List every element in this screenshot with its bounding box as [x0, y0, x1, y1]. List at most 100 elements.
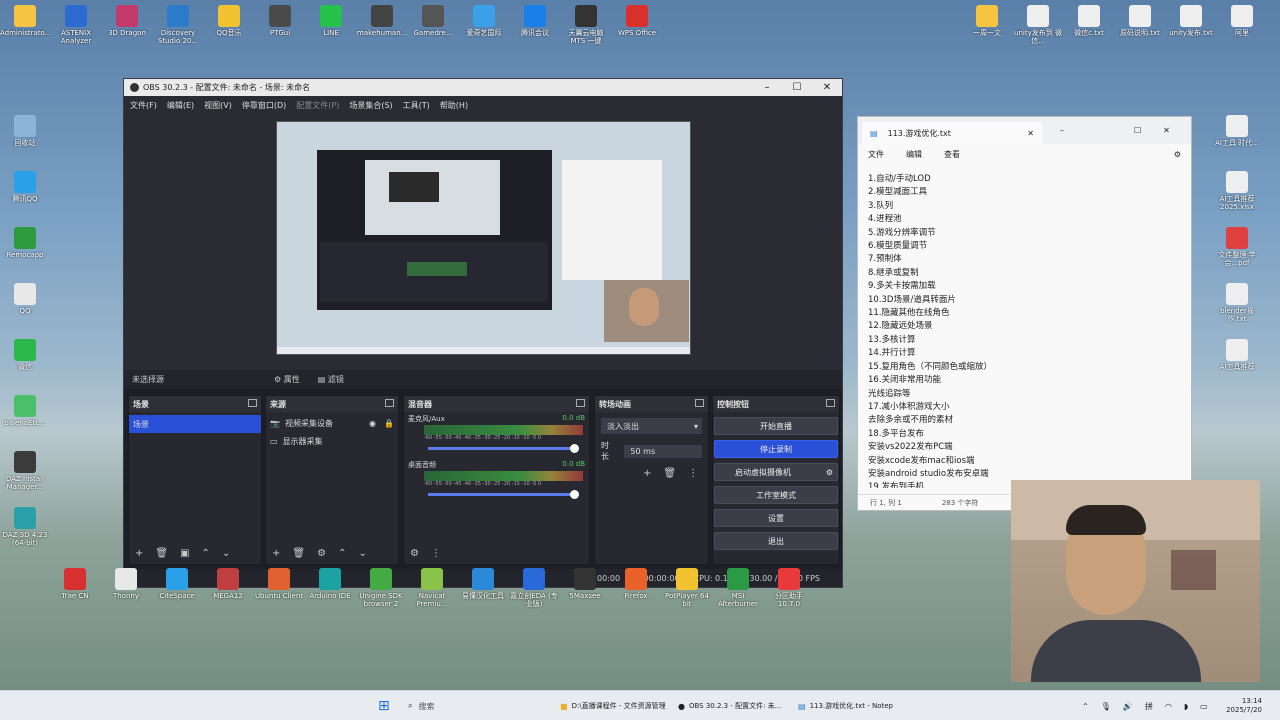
transition-select[interactable]: 淡入淡出 ▾ — [601, 418, 702, 434]
desktop-icon[interactable]: 腾讯QQ — [0, 171, 50, 212]
chevron-down-icon[interactable]: ⌄ — [222, 548, 230, 559]
menu-file[interactable]: 文件 — [868, 149, 884, 160]
add-icon[interactable]: + — [643, 468, 651, 479]
desktop-icon[interactable]: 腾讯会议 — [510, 5, 560, 46]
exit-button[interactable]: 退出 — [714, 532, 838, 550]
slider-knob[interactable] — [570, 490, 579, 499]
desktop-icon[interactable]: makehuman... — [357, 5, 407, 46]
speaker-icon[interactable]: 🔊 — [1123, 702, 1133, 711]
gear-icon[interactable]: ⚙ — [317, 548, 326, 559]
taskbar-item-obs[interactable]: ● OBS 30.2.3 - 配置文件: 未... — [678, 691, 790, 720]
volume-icon[interactable]: ◗ — [1184, 702, 1188, 711]
desktop-icon[interactable]: 回收站 — [0, 115, 50, 156]
menu-edit[interactable]: 编辑 — [906, 149, 922, 160]
desktop-icon[interactable]: Unigine SDK browser 2 — [356, 568, 406, 609]
network-icon[interactable]: ◠ — [1165, 702, 1172, 711]
desktop-icon[interactable]: 文件整理 学会...pdf — [1212, 227, 1262, 268]
taskbar-item-notepad[interactable]: ▤ 113.游戏优化.txt - Notep — [798, 691, 910, 720]
chevron-down-icon[interactable]: ⌄ — [358, 548, 366, 559]
minimize-icon[interactable]: – — [1060, 126, 1064, 135]
desktop-icon[interactable]: WPS Office — [612, 5, 662, 46]
settings-button[interactable]: 设置 — [714, 509, 838, 527]
battery-icon[interactable]: ▭ — [1200, 702, 1208, 711]
chevron-up-icon[interactable]: ⌃ — [338, 548, 346, 559]
desktop-icon[interactable]: unity发布.txt — [1166, 5, 1216, 46]
desktop-icon[interactable]: Navicat Premiu... — [407, 568, 457, 609]
desktop-icon[interactable]: Arduino IDE — [305, 568, 355, 609]
source-item-display-capture[interactable]: ▭ 显示器采集 — [266, 432, 398, 450]
desktop-icon[interactable]: 原码说明.txt — [1115, 5, 1165, 46]
desktop-icon[interactable]: MEGA12 — [203, 568, 253, 609]
desktop-icon[interactable]: AI工具推荐 2025.xlsx — [1212, 171, 1262, 212]
desktop-icon[interactable]: Discovery Studio 20... — [153, 5, 203, 46]
start-virtual-camera-button[interactable]: 启动虚拟摄像机 ⚙ — [714, 463, 838, 481]
stop-recording-button[interactable]: 停止录制 — [714, 440, 838, 458]
input-language[interactable]: 拼 — [1145, 701, 1153, 712]
desktop-icon[interactable]: 3D Dragon — [102, 5, 152, 46]
menu-edit[interactable]: 编辑(E) — [167, 100, 194, 111]
search-box[interactable]: ⌕ 搜索 — [408, 691, 434, 720]
desktop-icon[interactable]: ASTENIX Analyzer — [51, 5, 101, 46]
popout-icon[interactable] — [385, 399, 394, 407]
desktop-icon[interactable]: Ubuntu Client — [254, 568, 304, 609]
desktop-icon[interactable]: Remocapp — [0, 227, 50, 268]
start-button[interactable]: ⊞ — [378, 691, 390, 720]
desktop-icon[interactable]: 微信c.txt — [1064, 5, 1114, 46]
chevron-up-icon[interactable]: ⌃ — [1082, 702, 1089, 711]
desktop-icon[interactable]: QQ — [0, 283, 50, 324]
chevron-up-icon[interactable]: ⌃ — [202, 548, 210, 559]
trash-icon[interactable]: 🗑 — [155, 548, 168, 559]
menu-help[interactable]: 帮助(H) — [440, 100, 468, 111]
start-streaming-button[interactable]: 开始直播 — [714, 417, 838, 435]
desktop-icon[interactable]: MSI Afterburner — [713, 568, 763, 609]
more-icon[interactable]: ⋮ — [431, 548, 441, 559]
desktop-icon[interactable]: LINE — [306, 5, 356, 46]
properties-button[interactable]: ⚙ 属性 — [274, 374, 300, 385]
add-icon[interactable]: + — [272, 548, 280, 559]
desktop-icon[interactable]: CiteSpace — [152, 568, 202, 609]
desktop-icon[interactable]: DAZ Install Manager... — [0, 451, 50, 492]
duration-input[interactable]: 50 ms — [624, 444, 702, 458]
popout-icon[interactable] — [576, 399, 585, 407]
menu-file[interactable]: 文件(F) — [130, 100, 157, 111]
menu-view[interactable]: 查看 — [944, 149, 960, 160]
desktop-icon[interactable]: PotPlayer 64 bit — [662, 568, 712, 609]
volume-slider[interactable] — [428, 444, 579, 453]
desktop-icon[interactable]: blender操作.txt — [1212, 283, 1262, 324]
eye-icon[interactable]: ◉ — [369, 419, 376, 428]
volume-slider[interactable] — [428, 490, 579, 499]
popout-icon[interactable] — [826, 399, 835, 407]
desktop-icon[interactable]: 天翼云电脑 MTS 一键 — [561, 5, 611, 46]
clock[interactable]: 13:14 2025/7/20 — [1222, 691, 1262, 720]
trash-icon[interactable]: 🗑 — [292, 548, 305, 559]
desktop-icon[interactable]: Gamedre... — [408, 5, 458, 46]
gear-icon[interactable]: ⚙ — [826, 468, 833, 477]
desktop-icon[interactable]: 一周一文 — [962, 5, 1012, 46]
filters-button[interactable]: ▤ 滤镜 — [318, 374, 344, 385]
notepad-text-area[interactable]: 1.自动/手动LOD 2.模型减面工具 3.队列 4.进程池 5.游戏分辨率调节 6.模型… — [868, 173, 1178, 488]
settings-icon[interactable]: ⚙ — [1174, 150, 1181, 159]
desktop-icon[interactable]: AI工具推荐 — [1212, 339, 1262, 380]
scene-item[interactable]: 场景 — [129, 415, 261, 433]
obs-preview[interactable] — [124, 114, 842, 370]
more-icon[interactable]: ⋮ — [688, 468, 698, 479]
studio-mode-button[interactable]: 工作室模式 — [714, 486, 838, 504]
slider-knob[interactable] — [570, 444, 579, 453]
microphone-icon[interactable]: 🎙 — [1101, 702, 1111, 711]
desktop-icon[interactable]: QQ音乐 — [204, 5, 254, 46]
desktop-icon[interactable]: 易懂汉化工具 — [458, 568, 508, 609]
desktop-icon[interactable]: 爱奇艺国际 — [459, 5, 509, 46]
menu-scene-collection[interactable]: 场景集合(S) — [349, 100, 392, 111]
maximize-icon[interactable]: ☐ — [1134, 126, 1141, 135]
filter-icon[interactable]: ▣ — [180, 548, 189, 559]
desktop-icon[interactable]: Administrato... — [0, 5, 50, 46]
popout-icon[interactable] — [248, 399, 257, 407]
desktop-icon[interactable]: Thonny — [101, 568, 151, 609]
desktop-icon[interactable]: Trae CN — [50, 568, 100, 609]
desktop-icon[interactable]: AI工具 时代... — [1212, 115, 1262, 156]
desktop-icon[interactable]: 阿里 — [1217, 5, 1267, 46]
close-icon[interactable]: ✕ — [1163, 126, 1170, 135]
taskbar-item-explorer[interactable]: ■ D:\直播课程件 - 文件资源管理 — [560, 691, 672, 720]
obs-titlebar[interactable]: OBS 30.2.3 - 配置文件: 未命名 - 场景: 未命名 – ☐ ✕ — [124, 79, 842, 96]
popout-icon[interactable] — [695, 399, 704, 407]
